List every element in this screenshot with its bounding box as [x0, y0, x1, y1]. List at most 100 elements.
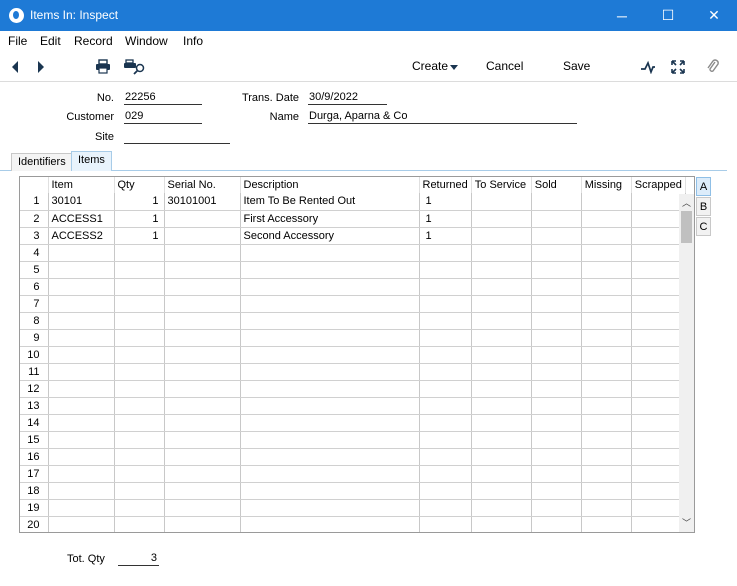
table-cell[interactable]: [581, 516, 632, 532]
table-cell[interactable]: [114, 363, 165, 381]
table-cell[interactable]: [581, 414, 632, 432]
table-row[interactable]: 6: [20, 278, 686, 296]
table-cell[interactable]: [114, 278, 165, 296]
table-cell[interactable]: [531, 278, 582, 296]
table-cell[interactable]: [48, 499, 115, 517]
table-cell[interactable]: [48, 448, 115, 466]
table-row[interactable]: 11: [20, 363, 686, 381]
table-cell[interactable]: [240, 448, 420, 466]
table-cell[interactable]: [164, 499, 241, 517]
table-row[interactable]: 19: [20, 499, 686, 517]
table-row[interactable]: 13: [20, 397, 686, 415]
column-header[interactable]: Returned: [419, 177, 472, 193]
table-cell[interactable]: [581, 227, 632, 245]
table-cell[interactable]: [531, 397, 582, 415]
table-cell[interactable]: [114, 448, 165, 466]
menu-file[interactable]: File: [8, 34, 27, 48]
table-cell[interactable]: [471, 380, 532, 398]
table-row[interactable]: 12: [20, 380, 686, 398]
table-cell[interactable]: ACCESS2: [48, 227, 115, 245]
table-cell[interactable]: [631, 295, 686, 313]
table-cell[interactable]: [471, 363, 532, 381]
table-cell[interactable]: [581, 295, 632, 313]
customer-field[interactable]: 029: [124, 110, 202, 124]
table-cell[interactable]: [240, 278, 420, 296]
table-cell[interactable]: [419, 397, 472, 415]
table-row[interactable]: 14: [20, 414, 686, 432]
table-cell[interactable]: [581, 278, 632, 296]
table-cell[interactable]: [581, 329, 632, 347]
table-cell[interactable]: [531, 244, 582, 262]
table-cell[interactable]: [164, 448, 241, 466]
table-cell[interactable]: [631, 329, 686, 347]
table-cell[interactable]: [581, 431, 632, 449]
table-cell[interactable]: [114, 465, 165, 483]
table-cell[interactable]: [48, 295, 115, 313]
create-button[interactable]: Create: [412, 59, 448, 73]
table-cell[interactable]: [631, 244, 686, 262]
table-cell[interactable]: ACCESS1: [48, 210, 115, 228]
side-tab-c[interactable]: C: [696, 217, 711, 236]
table-cell[interactable]: [631, 261, 686, 279]
table-cell[interactable]: [471, 261, 532, 279]
table-cell[interactable]: [581, 312, 632, 330]
table-cell[interactable]: [164, 516, 241, 532]
table-cell[interactable]: [531, 448, 582, 466]
table-cell[interactable]: Second Accessory: [240, 227, 420, 245]
table-cell[interactable]: [631, 346, 686, 364]
table-cell[interactable]: [240, 244, 420, 262]
table-cell[interactable]: [419, 363, 472, 381]
close-button[interactable]: ✕: [691, 0, 737, 31]
table-cell[interactable]: [419, 261, 472, 279]
table-cell[interactable]: [240, 380, 420, 398]
table-cell[interactable]: [631, 448, 686, 466]
table-cell[interactable]: 1: [114, 193, 165, 211]
table-cell[interactable]: [48, 278, 115, 296]
table-cell[interactable]: [48, 363, 115, 381]
menu-record[interactable]: Record: [74, 34, 113, 48]
table-row[interactable]: 17: [20, 465, 686, 483]
minimize-button[interactable]: ─: [599, 0, 645, 31]
table-cell[interactable]: [531, 261, 582, 279]
table-cell[interactable]: [581, 482, 632, 500]
table-cell[interactable]: [240, 499, 420, 517]
table-cell[interactable]: [471, 193, 532, 211]
table-cell[interactable]: [164, 363, 241, 381]
column-header[interactable]: To Service: [471, 177, 532, 193]
table-cell[interactable]: [471, 414, 532, 432]
table-cell[interactable]: [240, 312, 420, 330]
table-cell[interactable]: [581, 397, 632, 415]
table-cell[interactable]: [240, 431, 420, 449]
table-cell[interactable]: [240, 295, 420, 313]
table-cell[interactable]: [631, 278, 686, 296]
table-row[interactable]: 5: [20, 261, 686, 279]
table-cell[interactable]: 1: [419, 193, 472, 211]
print-preview-icon[interactable]: [123, 59, 147, 75]
table-cell[interactable]: [471, 227, 532, 245]
table-cell[interactable]: [471, 448, 532, 466]
table-cell[interactable]: [164, 278, 241, 296]
table-cell[interactable]: [531, 312, 582, 330]
table-cell[interactable]: [240, 329, 420, 347]
table-cell[interactable]: [631, 397, 686, 415]
table-cell[interactable]: [419, 244, 472, 262]
table-cell[interactable]: [164, 227, 241, 245]
table-cell[interactable]: [48, 380, 115, 398]
table-cell[interactable]: [419, 482, 472, 500]
table-cell[interactable]: [419, 431, 472, 449]
table-cell[interactable]: [471, 397, 532, 415]
table-cell[interactable]: [581, 380, 632, 398]
table-cell[interactable]: [240, 465, 420, 483]
table-cell[interactable]: [531, 414, 582, 432]
tab-items[interactable]: Items: [71, 151, 112, 171]
table-cell[interactable]: [631, 499, 686, 517]
name-field[interactable]: Durga, Aparna & Co: [308, 110, 577, 124]
table-row[interactable]: 8: [20, 312, 686, 330]
table-cell[interactable]: [531, 482, 582, 500]
column-header[interactable]: Missing: [581, 177, 632, 193]
table-cell[interactable]: [114, 295, 165, 313]
table-cell[interactable]: [471, 278, 532, 296]
create-dropdown-chevron-icon[interactable]: [450, 65, 458, 70]
column-header[interactable]: Sold: [531, 177, 582, 193]
table-row[interactable]: 10: [20, 346, 686, 364]
